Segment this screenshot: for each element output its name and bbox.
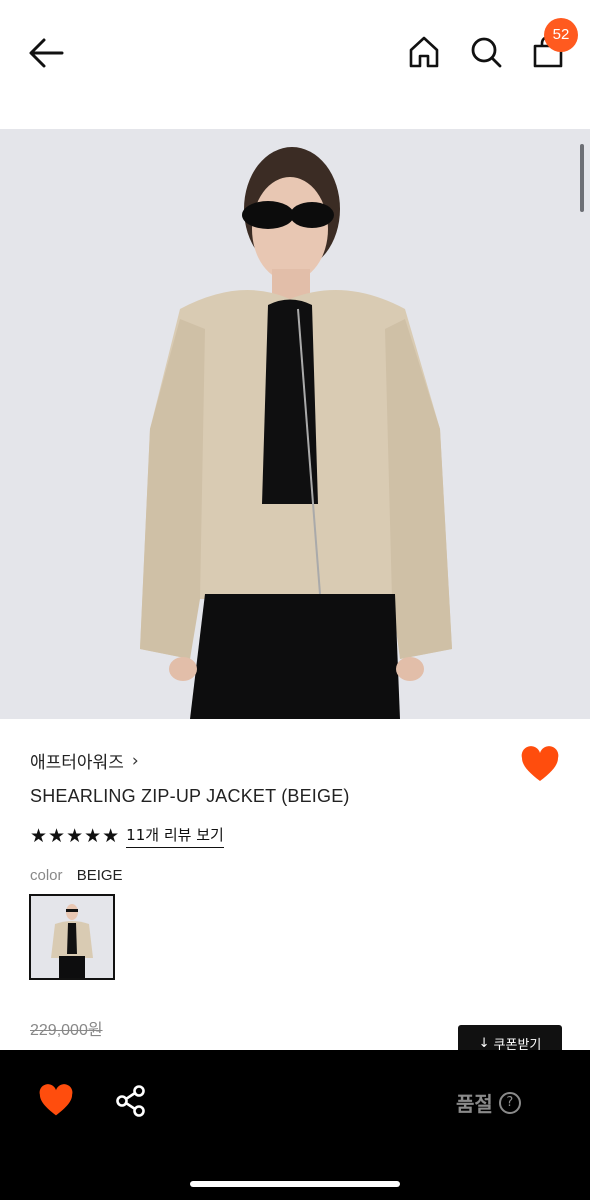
search-icon — [471, 37, 502, 68]
color-option-row: color BEIGE — [30, 867, 123, 884]
color-label: color — [30, 867, 63, 884]
sold-out-label: 품절 — [456, 1092, 493, 1116]
home-icon — [409, 36, 439, 68]
back-button[interactable] — [26, 34, 68, 72]
image-scroll-indicator — [580, 144, 584, 212]
chevron-right-icon: › — [131, 750, 139, 771]
search-button[interactable] — [468, 34, 504, 70]
brand-link[interactable]: 애프터아워즈 › — [30, 748, 139, 774]
arrow-left-icon — [29, 38, 64, 68]
model-photo — [0, 129, 590, 719]
product-main-image[interactable] — [0, 129, 590, 719]
home-indicator — [190, 1181, 400, 1187]
heart-icon — [39, 1084, 73, 1116]
color-value: BEIGE — [76, 867, 123, 884]
home-button[interactable] — [406, 34, 442, 70]
like-button[interactable] — [520, 746, 560, 784]
share-button[interactable] — [114, 1084, 148, 1118]
color-swatch-beige[interactable] — [29, 894, 115, 980]
share-icon — [116, 1085, 145, 1117]
swatch-thumbnail — [31, 896, 113, 978]
brand-name: 애프터아워즈 — [30, 753, 124, 773]
help-icon[interactable]: ? — [498, 1091, 521, 1114]
product-title: SHEARLING ZIP-UP JACKET (BEIGE) — [30, 786, 350, 806]
sold-out-status: 품절 ? — [456, 1088, 521, 1117]
review-link[interactable]: 11개 리뷰 보기 — [126, 824, 224, 848]
heart-icon — [521, 746, 559, 781]
bottom-action-bar — [0, 1050, 590, 1200]
star-rating: ★★★★★ — [30, 825, 121, 847]
rating-row: ★★★★★ 11개 리뷰 보기 — [30, 824, 224, 848]
original-price: 229,000원 — [30, 1022, 103, 1039]
bottom-like-button[interactable] — [38, 1084, 74, 1118]
cart-count-badge: 52 — [544, 18, 578, 52]
download-arrow-icon: ↓ — [478, 1035, 490, 1051]
